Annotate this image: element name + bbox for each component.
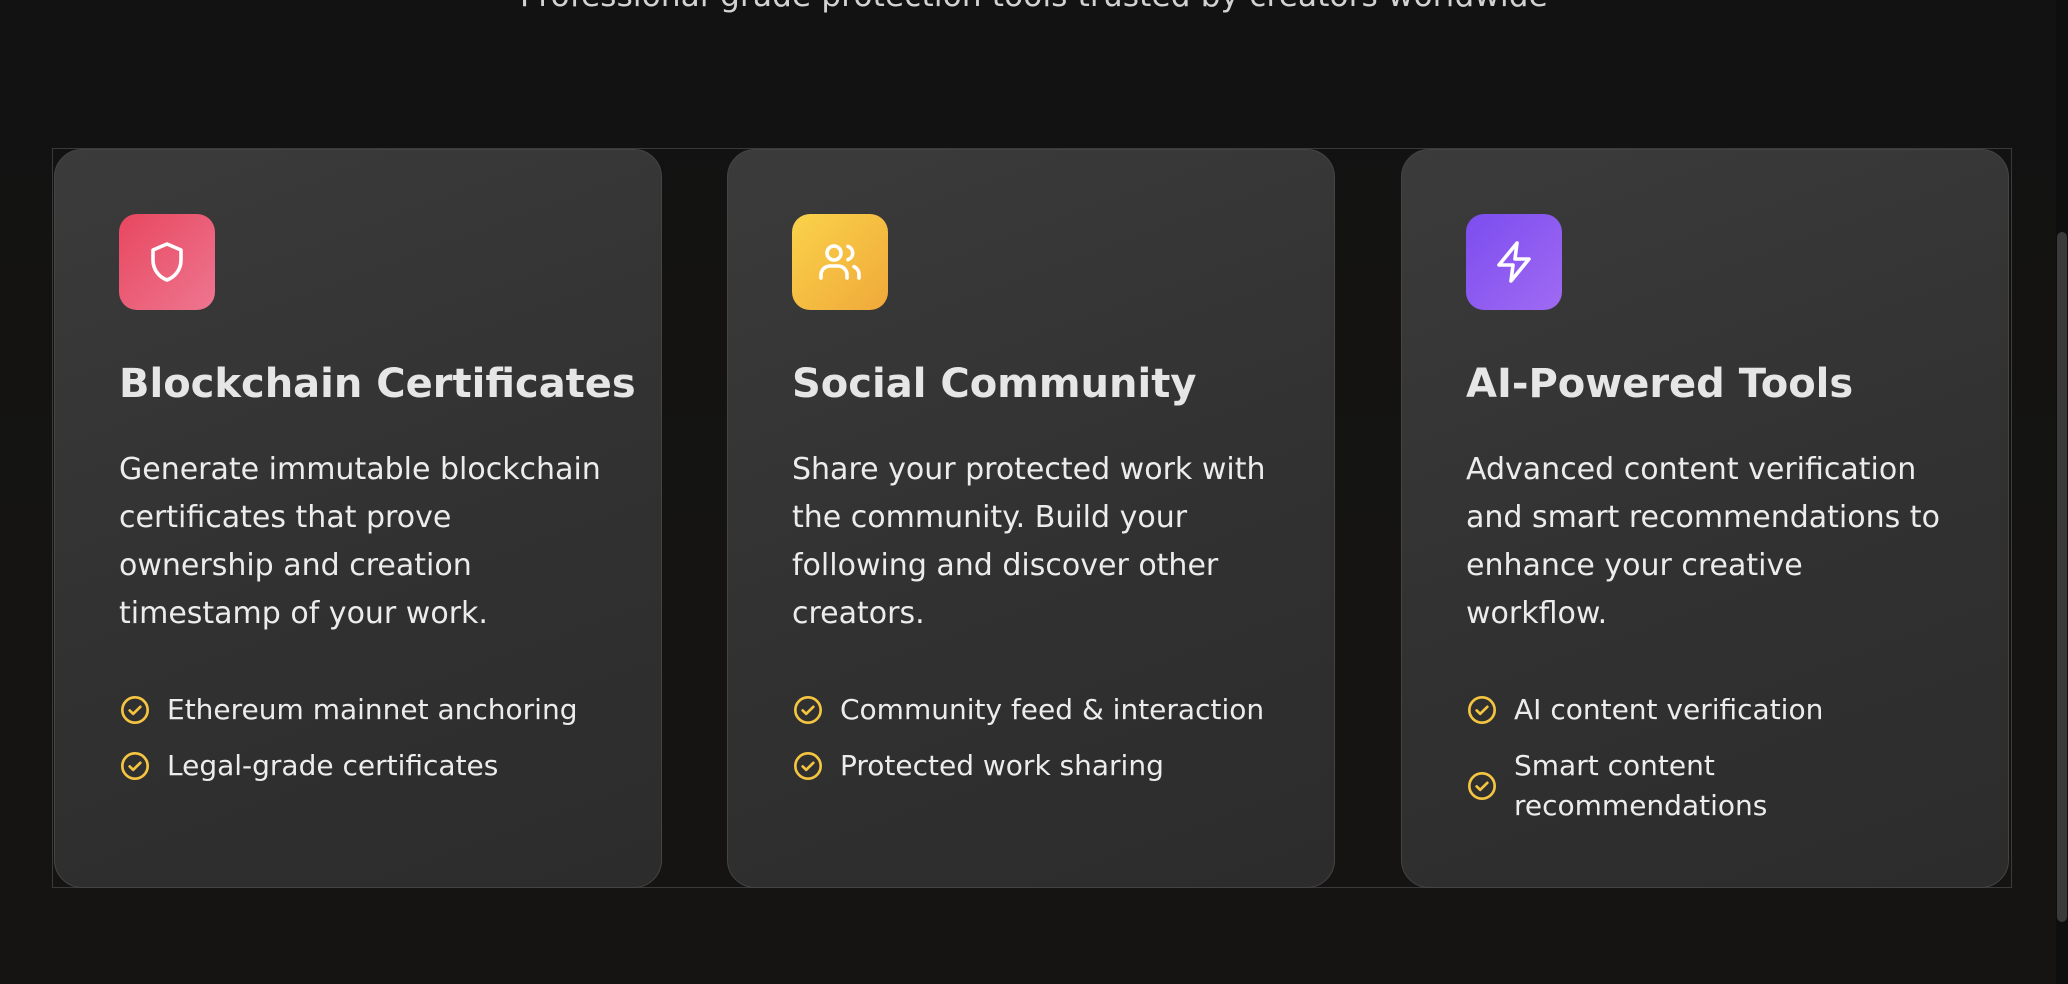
feature-item: Ethereum mainnet anchoring bbox=[119, 690, 597, 730]
lightning-icon bbox=[1466, 214, 1562, 310]
check-circle-icon bbox=[1466, 694, 1498, 726]
page-scrollbar[interactable] bbox=[2056, 0, 2068, 984]
feature-item: Smart content recommendations bbox=[1466, 746, 1944, 826]
users-icon bbox=[792, 214, 888, 310]
feature-label: Smart content recommendations bbox=[1514, 749, 1768, 822]
check-circle-icon bbox=[792, 750, 824, 782]
feature-label: Legal-grade certificates bbox=[167, 749, 499, 782]
feature-label: Community feed & interaction bbox=[840, 693, 1265, 726]
feature-card-community: Social Community Share your protected wo… bbox=[727, 149, 1335, 888]
shield-icon bbox=[119, 214, 215, 310]
feature-label: Ethereum mainnet anchoring bbox=[167, 693, 578, 726]
card-description: Share your protected work with the commu… bbox=[792, 452, 1266, 631]
features-section: Professional-grade protection tools trus… bbox=[0, 0, 2068, 984]
scrollbar-thumb[interactable] bbox=[2057, 232, 2067, 922]
card-description: Advanced content verification and smart … bbox=[1466, 452, 1940, 631]
feature-list: Ethereum mainnet anchoring Legal-grade c… bbox=[119, 690, 597, 786]
check-circle-icon bbox=[119, 694, 151, 726]
section-subtitle: Professional-grade protection tools trus… bbox=[0, 0, 2068, 14]
check-circle-icon bbox=[119, 750, 151, 782]
feature-list: AI content verification Smart content re… bbox=[1466, 690, 1944, 826]
feature-item: Community feed & interaction bbox=[792, 690, 1270, 730]
feature-card-blockchain: Blockchain Certificates Generate immutab… bbox=[54, 149, 662, 888]
feature-item: AI content verification bbox=[1466, 690, 1944, 730]
feature-item: Protected work sharing bbox=[792, 746, 1270, 786]
feature-label: Protected work sharing bbox=[840, 749, 1164, 782]
card-title: Blockchain Certificates bbox=[119, 361, 636, 407]
card-description: Generate immutable blockchain certificat… bbox=[119, 452, 601, 631]
check-circle-icon bbox=[792, 694, 824, 726]
feature-list: Community feed & interaction Protected w… bbox=[792, 690, 1270, 786]
feature-item: Legal-grade certificates bbox=[119, 746, 597, 786]
feature-label: AI content verification bbox=[1514, 693, 1824, 726]
check-circle-icon bbox=[1466, 770, 1498, 802]
feature-card-ai-tools: AI-Powered Tools Advanced content verifi… bbox=[1401, 149, 2009, 888]
card-title: Social Community bbox=[792, 361, 1197, 407]
card-title: AI-Powered Tools bbox=[1466, 361, 1854, 407]
